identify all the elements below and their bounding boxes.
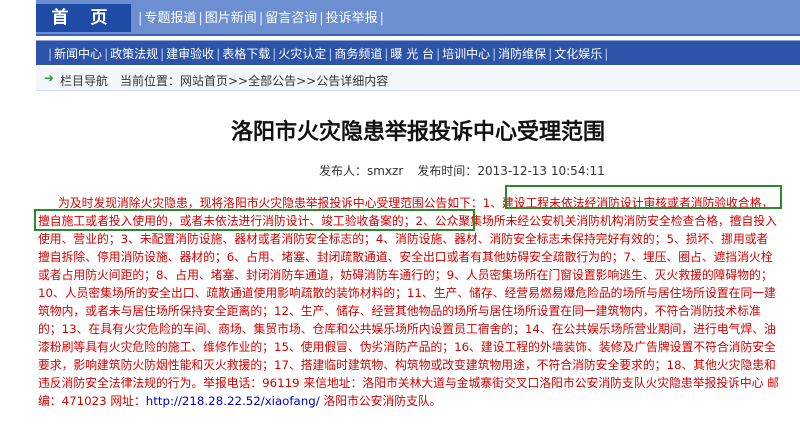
time-label: 发布时间： (417, 164, 478, 178)
top-links: | 专题报道 | 图片新闻 | 留言咨询 | 投诉举报 | (138, 11, 385, 26)
column-nav-label[interactable]: 栏目导航 (60, 72, 108, 89)
sub-navigation: | 新闻中心 | 政策法规 | 建审验收 | 表格下载 | 火灾认定 | 商务频道 | 曝 光 台 | 培训中… (36, 40, 800, 65)
top-link-photo-news[interactable]: 图片新闻 (205, 11, 257, 26)
publisher-label: 发布人： (319, 164, 368, 178)
subnav-inspection[interactable]: 建审验收 (166, 47, 214, 61)
subnav-policies[interactable]: 政策法规 (110, 47, 158, 61)
publish-time: 2013-12-13 10:54:11 (477, 164, 605, 178)
subnav-fire-determination[interactable]: 火灾认定 (278, 47, 326, 61)
home-tab[interactable]: 首 页 (36, 4, 131, 32)
website-link[interactable]: http://218.28.22.52/xiaofang/ (146, 394, 320, 408)
breadcrumb: ➜ 栏目导航 当前位置：网站首页>>全部公告>>公告详细内容 (36, 68, 800, 91)
page-title: 洛阳市火灾隐患举报投诉中心受理范围 (230, 120, 605, 145)
article-content: 洛阳市火灾隐患举报投诉中心受理范围 发布人：smxzr 发布时间：2013-12-… (36, 90, 800, 424)
top-link-special-reports[interactable]: 专题报道 (144, 11, 196, 26)
subnav-training[interactable]: 培训中心 (442, 47, 490, 61)
top-link-message-consult[interactable]: 留言咨询 (265, 11, 317, 26)
subnav-fire-maintenance[interactable]: 消防维保 (498, 47, 546, 61)
subnav-forms-download[interactable]: 表格下载 (222, 47, 270, 61)
article-body: 为及时发现消除火灾隐患，现将洛阳市火灾隐患举报投诉中心受理范围公告如下：1、建设… (38, 194, 780, 410)
subnav-exposure[interactable]: 曝 光 台 (390, 47, 434, 61)
publisher: smxzr (367, 164, 404, 178)
article-body-text: 为及时发现消除火灾隐患，现将洛阳市火灾隐患举报投诉中心受理范围公告如下：1、建设… (38, 196, 780, 408)
subnav-news-center[interactable]: 新闻中心 (54, 47, 102, 61)
current-location: 当前位置：网站首页>>全部公告>>公告详细内容 (120, 74, 389, 88)
subnav-business[interactable]: 商务频道 (334, 47, 382, 61)
article-body-end: 洛阳市公安消防支队。 (319, 394, 442, 408)
arrow-icon: ➜ (44, 71, 55, 85)
article-meta: 发布人：smxzr 发布时间：2013-12-13 10:54:11 (319, 162, 605, 179)
subnav-culture[interactable]: 文化娱乐 (554, 47, 602, 61)
top-navigation: 首 页 | 专题报道 | 图片新闻 | 留言咨询 | 投诉举报 | (36, 0, 800, 36)
top-link-complaint-report[interactable]: 投诉举报 (326, 11, 378, 26)
